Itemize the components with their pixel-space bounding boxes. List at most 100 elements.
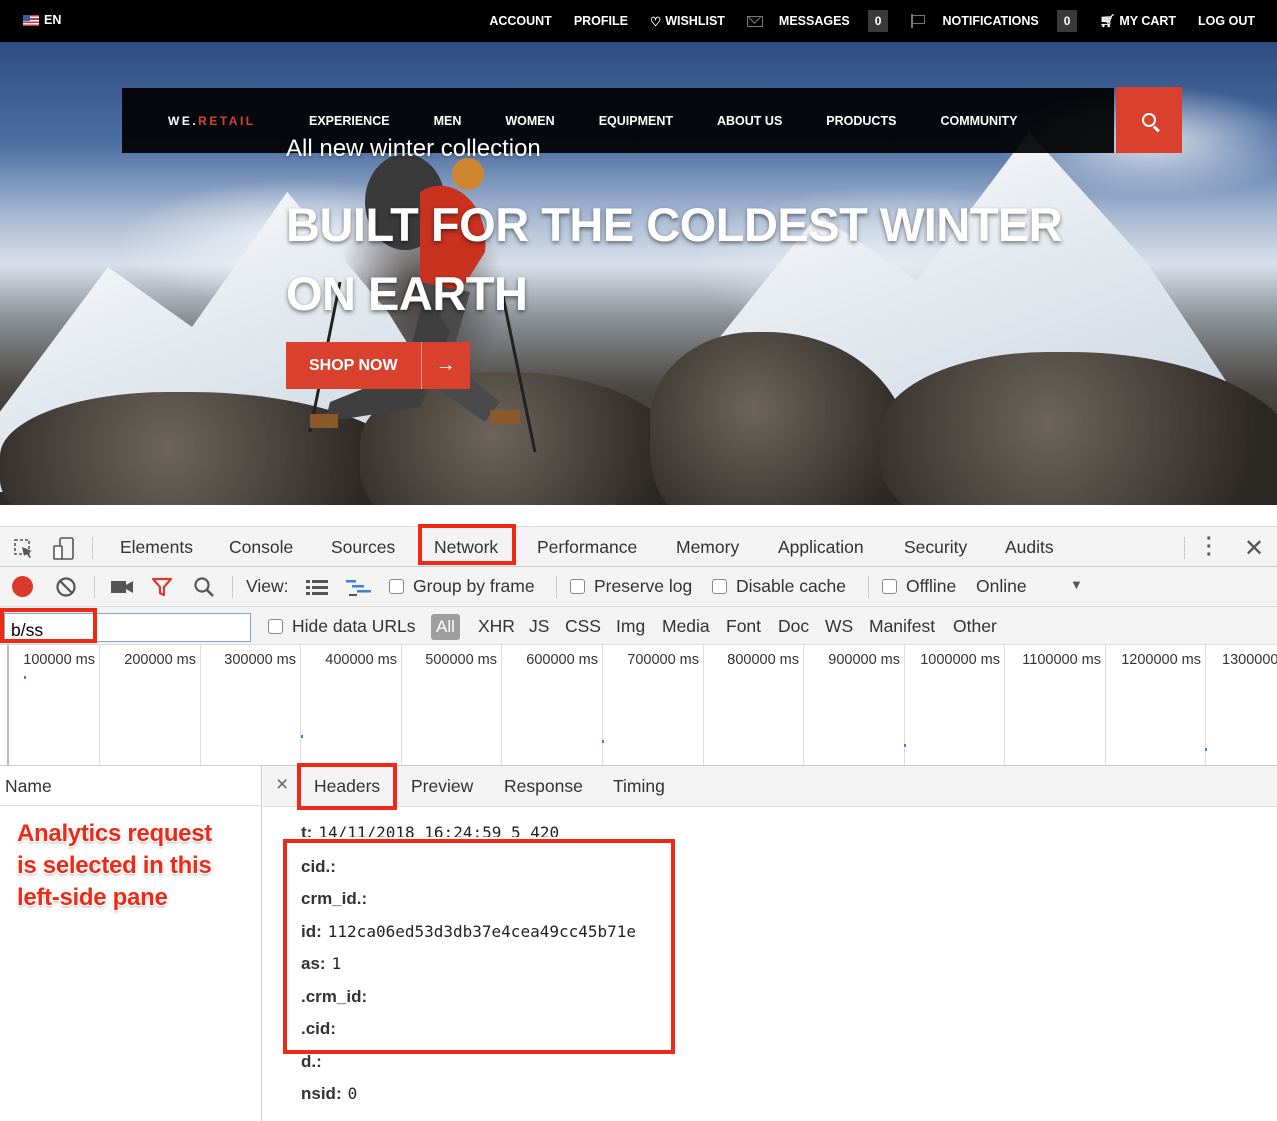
waterfall-overview-icon[interactable] xyxy=(345,578,373,596)
nav-link-about-us[interactable]: ABOUT US xyxy=(717,114,782,128)
annotation-callout: Analytics request is selected in this le… xyxy=(17,818,212,914)
search-icon[interactable] xyxy=(193,576,215,598)
highlight-param-group xyxy=(283,839,675,1054)
filter-type-all[interactable]: All xyxy=(431,614,460,640)
filter-type-manifest[interactable]: Manifest xyxy=(869,616,935,637)
mail-icon xyxy=(746,15,763,27)
tab-performance[interactable]: Performance xyxy=(537,537,637,558)
logo-accent: RETAIL xyxy=(198,113,256,128)
hero-subtitle: All new winter collection xyxy=(286,135,541,162)
language-selector[interactable]: EN xyxy=(23,13,61,27)
device-toolbar-icon[interactable] xyxy=(52,536,76,562)
request-list-pane[interactable]: Name Analytics request is selected in th… xyxy=(0,766,262,1121)
inspect-element-icon[interactable] xyxy=(13,538,35,560)
filter-type-img[interactable]: Img xyxy=(616,616,645,637)
highlight-filter-input xyxy=(0,608,97,643)
tab-preview[interactable]: Preview xyxy=(411,776,473,797)
nav-link-products[interactable]: PRODUCTS xyxy=(826,114,896,128)
close-devtools-icon[interactable]: ✕ xyxy=(1244,534,1264,563)
hero-title-line: ON EARTH xyxy=(286,267,528,320)
timeline-tick: 900000 ms xyxy=(803,645,904,765)
tab-console[interactable]: Console xyxy=(229,537,293,558)
preserve-log-checkbox[interactable]: Preserve log xyxy=(570,576,692,597)
cart-label: MY CART xyxy=(1119,14,1177,28)
filter-type-ws[interactable]: WS xyxy=(825,616,853,637)
tab-security[interactable]: Security xyxy=(904,537,967,558)
throttling-select[interactable]: Online ▼ xyxy=(976,576,1086,597)
we-retail-logo[interactable]: WE.RETAIL xyxy=(168,114,309,128)
filter-type-doc[interactable]: Doc xyxy=(778,616,809,637)
cart-link[interactable]: 🛒︎ MY CART xyxy=(1099,14,1176,29)
hide-data-urls-label: Hide data URLs xyxy=(292,616,416,636)
filter-type-other[interactable]: Other xyxy=(953,616,997,637)
timeline-tick: 1200000 ms xyxy=(1105,645,1205,765)
nav-link-men[interactable]: MEN xyxy=(434,114,462,128)
query-param-row: d.: xyxy=(301,1052,328,1072)
throttling-value: Online xyxy=(976,576,1027,596)
nav-link-experience[interactable]: EXPERIENCE xyxy=(309,114,390,128)
timeline-tick-label: 600000 ms xyxy=(526,652,598,668)
divider xyxy=(92,537,93,559)
messages-link[interactable]: MESSAGES 0 xyxy=(746,10,889,32)
disable-cache-checkbox[interactable]: Disable cache xyxy=(712,576,846,597)
messages-label: MESSAGES xyxy=(778,14,850,28)
close-detail-icon[interactable]: × xyxy=(276,773,288,797)
request-marker xyxy=(904,744,906,747)
filter-bar: b/ss Hide data URLs All XHR JS CSS Img M… xyxy=(0,607,1277,645)
divider xyxy=(232,576,233,598)
profile-link[interactable]: PROFILE xyxy=(574,14,628,28)
shop-now-label: SHOP NOW xyxy=(286,342,422,389)
tab-memory[interactable]: Memory xyxy=(676,537,739,558)
filter-type-media[interactable]: Media xyxy=(662,616,710,637)
name-column-header[interactable]: Name xyxy=(0,766,261,806)
hero-title: BUILT FOR THE COLDEST WINTER ON EARTH xyxy=(286,190,1186,328)
hero-title-line: BUILT FOR THE COLDEST WINTER xyxy=(286,198,1063,251)
param-value: 14/11/2018 16:24:59 5 420 xyxy=(318,823,560,837)
tab-sources[interactable]: Sources xyxy=(331,537,395,558)
timeline-tick: 700000 ms xyxy=(602,645,703,765)
shop-now-button[interactable]: SHOP NOW → xyxy=(286,342,470,389)
tab-application[interactable]: Application xyxy=(778,537,864,558)
filter-type-css[interactable]: CSS xyxy=(565,616,601,637)
offline-checkbox[interactable]: Offline xyxy=(882,576,956,597)
search-button[interactable] xyxy=(1116,87,1182,153)
checkbox-icon xyxy=(389,579,404,594)
timeline-tick-label: 1300000 ms xyxy=(1222,652,1277,668)
request-marker xyxy=(301,735,303,738)
tab-elements[interactable]: Elements xyxy=(120,537,193,558)
large-rows-icon[interactable] xyxy=(305,578,329,596)
network-timeline-overview[interactable]: 100000 ms 200000 ms 300000 ms 400000 ms … xyxy=(0,645,1277,766)
timeline-tick-label: 1000000 ms xyxy=(920,652,1000,668)
timeline-tick-label: 500000 ms xyxy=(425,652,497,668)
nav-link-equipment[interactable]: EQUIPMENT xyxy=(599,114,673,128)
logout-link[interactable]: LOG OUT xyxy=(1198,14,1255,28)
record-icon[interactable] xyxy=(12,576,33,597)
group-by-frame-checkbox[interactable]: Group by frame xyxy=(389,576,535,597)
wishlist-link[interactable]: ♡ WISHLIST xyxy=(650,14,725,29)
filter-type-font[interactable]: Font xyxy=(726,616,761,637)
divider xyxy=(556,576,557,598)
tab-timing[interactable]: Timing xyxy=(613,776,665,797)
account-link[interactable]: ACCOUNT xyxy=(489,14,552,28)
timeline-tick-label: 900000 ms xyxy=(828,652,900,668)
filter-icon[interactable] xyxy=(151,577,173,597)
hide-data-urls-checkbox[interactable]: Hide data URLs xyxy=(268,616,416,637)
timeline-tick-label: 400000 ms xyxy=(325,652,397,668)
nav-link-women[interactable]: WOMEN xyxy=(505,114,554,128)
filter-type-js[interactable]: JS xyxy=(529,616,549,637)
arrow-right-icon: → xyxy=(435,354,456,376)
annotation-line: is selected in this xyxy=(17,852,212,879)
clear-icon[interactable] xyxy=(55,576,77,598)
screenshot-camera-icon[interactable] xyxy=(110,579,134,595)
timeline-tick-label: 1100000 ms xyxy=(1022,652,1101,668)
offline-label: Offline xyxy=(906,576,957,596)
checkbox-icon xyxy=(570,579,585,594)
notifications-link[interactable]: NOTIFICATIONS 0 xyxy=(910,10,1078,32)
more-options-icon[interactable]: · · · xyxy=(1206,529,1213,565)
tab-audits[interactable]: Audits xyxy=(1005,537,1054,558)
nav-link-community[interactable]: COMMUNITY xyxy=(940,114,1017,128)
tab-response[interactable]: Response xyxy=(504,776,583,797)
timeline-tick: 300000 ms xyxy=(200,645,300,765)
checkbox-icon xyxy=(268,619,283,634)
filter-type-xhr[interactable]: XHR xyxy=(478,616,515,637)
